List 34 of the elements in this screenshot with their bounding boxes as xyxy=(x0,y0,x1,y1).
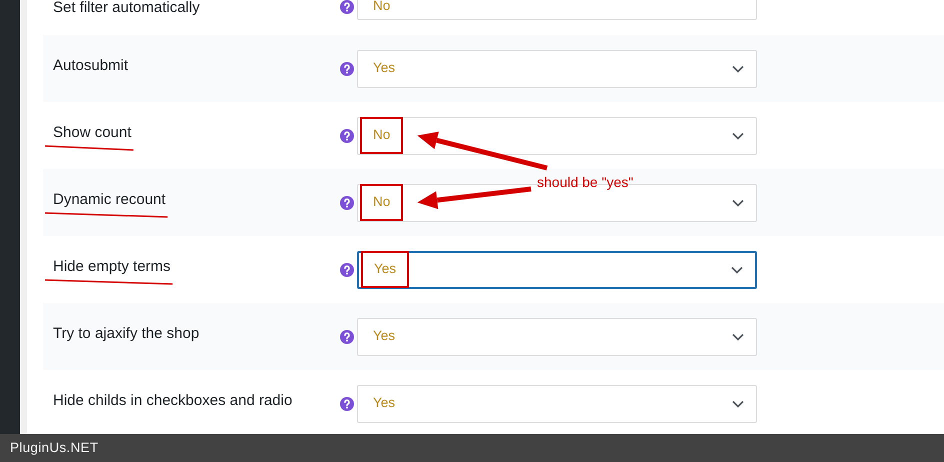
chevron-down-icon xyxy=(732,64,744,72)
select-value: Yes xyxy=(372,59,396,78)
chevron-down-icon xyxy=(732,132,744,140)
highlighted-value: Yes xyxy=(361,251,410,288)
select-value: Yes xyxy=(372,394,396,412)
setting-label: Hide empty terms xyxy=(52,257,172,277)
highlighted-value: No xyxy=(360,117,404,154)
help-icon[interactable] xyxy=(340,396,354,410)
select-dropdown[interactable]: No xyxy=(357,0,757,20)
help-icon[interactable] xyxy=(340,196,354,210)
select-dropdown[interactable]: Yes xyxy=(357,250,757,288)
setting-label: Set filter automatically xyxy=(52,0,201,15)
select-value: Yes xyxy=(372,327,396,346)
setting-label: Try to ajaxify the shop xyxy=(52,324,200,344)
help-icon[interactable] xyxy=(340,0,354,14)
setting-label: Hide childs in checkboxes and radio xyxy=(52,391,294,411)
chevron-down-icon xyxy=(732,198,744,206)
setting-label: Dynamic recount xyxy=(52,190,167,210)
help-icon[interactable] xyxy=(340,128,354,142)
footer-brand: PluginUs.NET xyxy=(10,438,98,457)
chevron-down-icon xyxy=(731,266,743,274)
help-icon[interactable] xyxy=(340,62,354,76)
setting-label: Show count xyxy=(52,123,132,143)
select-dropdown[interactable]: Yes xyxy=(357,318,757,356)
select-dropdown[interactable]: Yes xyxy=(357,384,757,422)
highlighted-value: No xyxy=(360,184,404,221)
select-value: No xyxy=(372,0,392,15)
chevron-down-icon xyxy=(732,332,744,340)
select-dropdown[interactable]: No xyxy=(357,116,757,154)
setting-label: Autosubmit xyxy=(52,56,130,76)
select-dropdown[interactable]: Yes xyxy=(357,50,757,88)
chevron-down-icon xyxy=(732,400,744,408)
help-icon[interactable] xyxy=(340,262,354,276)
help-icon[interactable] xyxy=(340,330,354,344)
